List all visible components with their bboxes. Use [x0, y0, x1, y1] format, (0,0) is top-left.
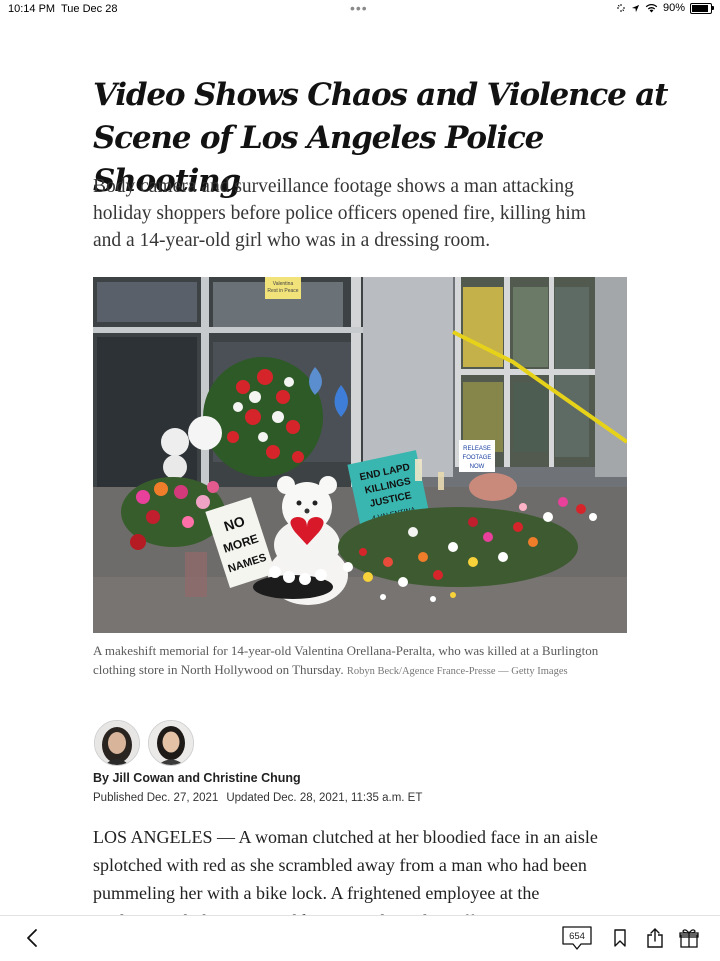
back-button[interactable] — [20, 924, 44, 952]
multitasking-dots-icon[interactable]: ••• — [350, 0, 368, 16]
release-sign-line-1: RELEASE — [463, 446, 491, 452]
wifi-icon — [645, 4, 658, 13]
comment-count: 654 — [569, 930, 585, 942]
author-avatar-christine-chung[interactable] — [148, 720, 194, 766]
activity-icon — [616, 4, 625, 12]
avatar-image — [95, 721, 139, 765]
share-icon — [647, 928, 663, 948]
bottom-toolbar: 654 — [0, 915, 720, 961]
comments-button[interactable]: 654 — [561, 924, 593, 952]
article-byline: By Jill Cowan and Christine Chung — [93, 771, 301, 785]
gift-article-button[interactable] — [678, 924, 700, 952]
battery-percentage: 90% — [662, 2, 685, 14]
status-time: 10:14 PM — [8, 3, 56, 15]
top-note-line-2: Rest in Peace — [267, 288, 298, 294]
published-date: Published Dec. 27, 2021 — [93, 792, 219, 804]
status-bar: 10:14 PM Tue Dec 28 ••• 90% — [0, 0, 720, 20]
photo-credit: Robyn Beck/Agence France-Presse — Getty … — [346, 666, 568, 677]
photo-caption: A makeshift memorial for 14-year-old Val… — [93, 641, 613, 681]
share-button[interactable] — [644, 924, 666, 952]
article-photo[interactable]: Valentina Rest in Peace NO MORE NAMES EN… — [93, 277, 627, 633]
avatar-image — [149, 721, 193, 765]
memorial-photo: Valentina Rest in Peace NO MORE NAMES EN… — [93, 277, 627, 633]
article-summary: Body camera and surveillance footage sho… — [93, 176, 586, 251]
top-note-line-1: Valentina — [273, 281, 294, 287]
chevron-left-icon — [27, 929, 37, 947]
status-indicators: 90% — [616, 2, 714, 14]
location-arrow-icon — [631, 4, 640, 12]
updated-date: Updated Dec. 28, 2021, 11:35 a.m. ET — [226, 792, 423, 804]
bookmark-icon — [614, 929, 626, 947]
release-sign-line-3: NOW — [470, 464, 485, 470]
author-avatar-jill-cowan[interactable] — [94, 720, 140, 766]
save-button[interactable] — [610, 924, 630, 952]
gift-icon — [679, 929, 699, 948]
status-date: Tue Dec 28 — [61, 3, 118, 15]
article-dates: Published Dec. 27, 2021 Updated Dec. 28, … — [93, 792, 422, 804]
release-sign-line-2: FOOTAGE — [463, 455, 492, 461]
battery-icon — [690, 2, 714, 14]
